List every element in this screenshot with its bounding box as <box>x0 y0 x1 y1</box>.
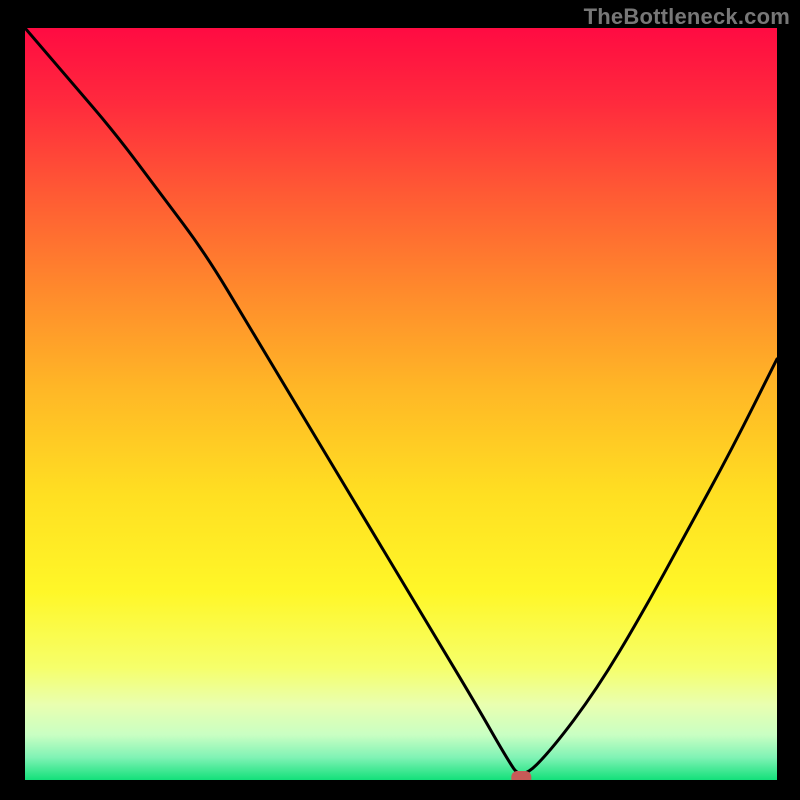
gradient-background <box>25 28 777 780</box>
chart-frame: TheBottleneck.com <box>0 0 800 800</box>
watermark-text: TheBottleneck.com <box>584 4 790 30</box>
optimal-point-marker <box>511 771 531 780</box>
plot-area <box>25 28 777 780</box>
bottleneck-chart <box>25 28 777 780</box>
